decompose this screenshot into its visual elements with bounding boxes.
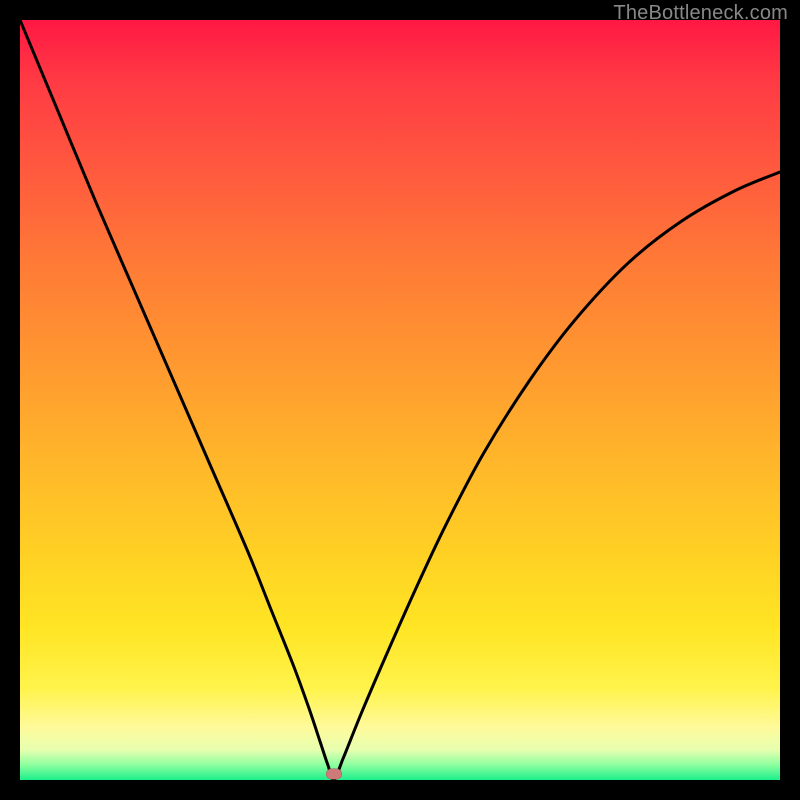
watermark-text: TheBottleneck.com [613,2,788,25]
chart-frame: TheBottleneck.com [0,0,800,800]
optimum-marker [326,768,342,779]
bottleneck-curve [20,20,780,780]
